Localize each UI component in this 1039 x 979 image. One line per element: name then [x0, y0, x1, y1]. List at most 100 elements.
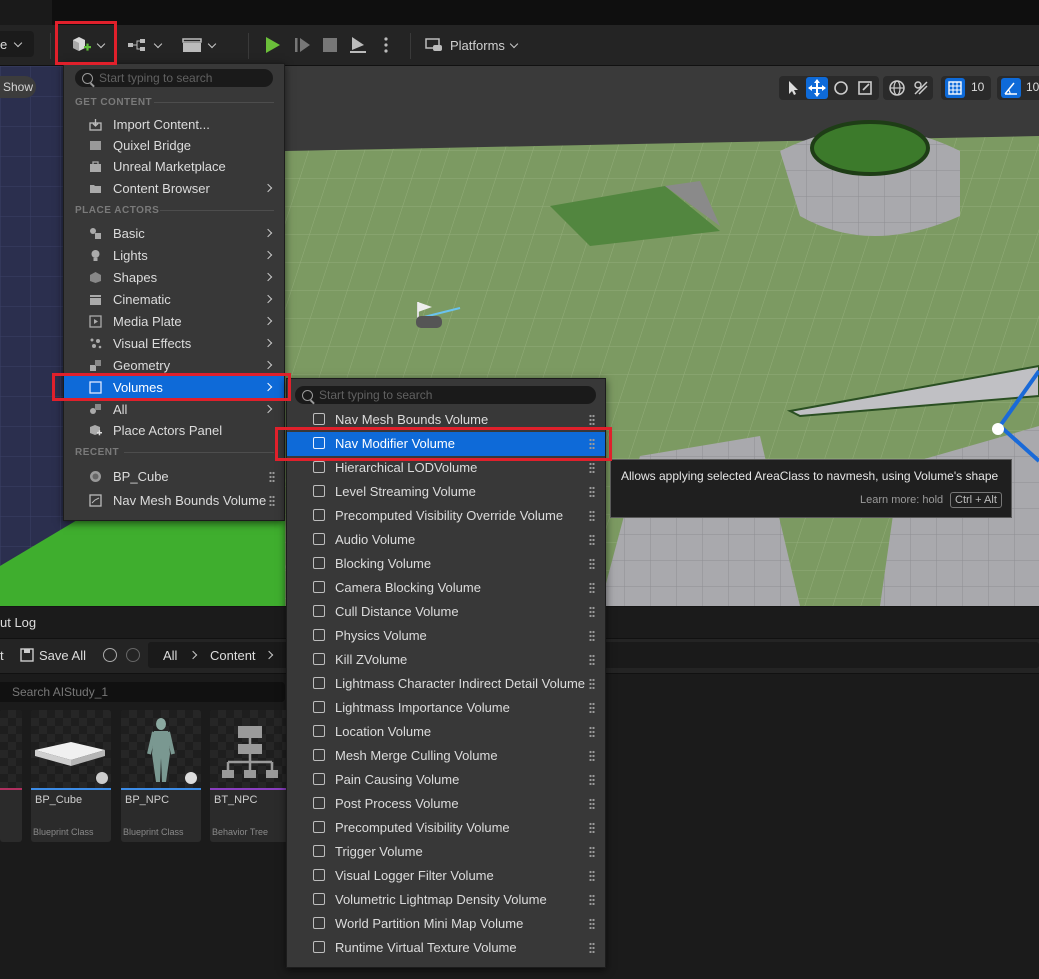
- breadcrumb-content[interactable]: Content: [210, 648, 256, 663]
- angle-snap-value[interactable]: 10: [1026, 80, 1039, 94]
- play-button[interactable]: [258, 31, 286, 59]
- volume-item-label: Lightmass Character Indirect Detail Volu…: [335, 676, 586, 691]
- drag-handle-icon[interactable]: [589, 654, 595, 665]
- volume-item[interactable]: Camera Blocking Volume: [287, 576, 605, 600]
- platforms-button[interactable]: Platforms: [424, 31, 534, 59]
- volume-item[interactable]: Audio Volume: [287, 528, 605, 552]
- menu-item-media-plate[interactable]: Media Plate: [64, 310, 284, 332]
- drag-handle-icon[interactable]: [589, 822, 595, 833]
- drag-handle-icon[interactable]: [589, 870, 595, 881]
- drag-handle-icon[interactable]: [589, 846, 595, 857]
- mode-dropdown[interactable]: e: [0, 31, 34, 57]
- drag-handle-icon[interactable]: [589, 750, 595, 761]
- volume-item[interactable]: Post Process Volume: [287, 792, 605, 816]
- volume-item[interactable]: Blocking Volume: [287, 552, 605, 576]
- select-mode-button[interactable]: [783, 78, 803, 98]
- volume-item-label: Hierarchical LODVolume: [335, 460, 478, 475]
- drag-handle-icon[interactable]: [589, 606, 595, 617]
- drag-handle-icon[interactable]: [589, 582, 595, 593]
- cinematics-button[interactable]: [178, 31, 218, 59]
- rotate-button[interactable]: [831, 78, 851, 98]
- menu-item-lights[interactable]: Lights: [64, 244, 284, 266]
- volume-item[interactable]: Lightmass Character Indirect Detail Volu…: [287, 672, 605, 696]
- menu-item-quixel-bridge[interactable]: Quixel Bridge: [64, 134, 284, 156]
- menu-item-all[interactable]: All: [64, 398, 284, 420]
- volume-item[interactable]: Cull Distance Volume: [287, 600, 605, 624]
- asset-search-input[interactable]: Search AIStudy_1: [0, 682, 285, 702]
- volume-item[interactable]: Location Volume: [287, 720, 605, 744]
- volume-item[interactable]: Physics Volume: [287, 624, 605, 648]
- asset-type: Blueprint Class: [33, 827, 94, 837]
- menu-item-content-browser[interactable]: Content Browser: [64, 177, 284, 199]
- asset-type: Behavior Tree: [212, 827, 269, 837]
- play-options-button[interactable]: [376, 31, 396, 59]
- drag-handle-icon[interactable]: [589, 510, 595, 521]
- asset-tile-partial[interactable]: [0, 710, 22, 842]
- volume-item[interactable]: Level Streaming Volume: [287, 480, 605, 504]
- asset-tile-bp-npc[interactable]: BP_NPC Blueprint Class: [121, 710, 201, 842]
- volume-item[interactable]: World Partition Mini Map Volume: [287, 912, 605, 936]
- surface-snap-button[interactable]: [911, 78, 931, 98]
- drag-handle-icon[interactable]: [589, 798, 595, 809]
- volume-item[interactable]: Trigger Volume: [287, 840, 605, 864]
- asset-tile-bt-npc[interactable]: BT_NPC Behavior Tree: [210, 710, 290, 842]
- volume-item[interactable]: Mesh Merge Culling Volume: [287, 744, 605, 768]
- volume-item-label: Level Streaming Volume: [335, 484, 476, 499]
- drag-handle-icon[interactable]: [269, 495, 275, 506]
- drag-handle-icon[interactable]: [589, 942, 595, 953]
- advance-frame-button[interactable]: [288, 31, 316, 59]
- menu-item-shapes[interactable]: Shapes: [64, 266, 284, 288]
- show-button[interactable]: Show: [0, 76, 36, 98]
- quixel-icon: [90, 140, 101, 150]
- eject-button[interactable]: [344, 31, 372, 59]
- asset-tile-bp-cube[interactable]: BP_Cube Blueprint Class: [31, 710, 111, 842]
- drag-handle-icon[interactable]: [589, 918, 595, 929]
- menu-item-import-content[interactable]: Import Content...: [64, 113, 284, 135]
- drag-handle-icon[interactable]: [589, 702, 595, 713]
- drag-handle-icon[interactable]: [589, 486, 595, 497]
- drag-handle-icon[interactable]: [589, 462, 595, 473]
- menu-item-unreal-marketplace[interactable]: Unreal Marketplace: [64, 155, 284, 177]
- volumes-search-input[interactable]: Start typing to search: [295, 386, 596, 404]
- coordinate-space-button[interactable]: [887, 78, 907, 98]
- drag-handle-icon[interactable]: [589, 558, 595, 569]
- volume-item[interactable]: Visual Logger Filter Volume: [287, 864, 605, 888]
- grid-snap-value[interactable]: 10: [971, 80, 984, 94]
- angle-snap-button[interactable]: [1001, 78, 1021, 98]
- volume-icon: [313, 893, 325, 905]
- drag-handle-icon[interactable]: [589, 414, 595, 425]
- drag-handle-icon[interactable]: [589, 774, 595, 785]
- save-all-button[interactable]: Save All: [20, 645, 90, 665]
- drag-handle-icon[interactable]: [589, 894, 595, 905]
- menu-item-basic[interactable]: Basic: [64, 222, 284, 244]
- drag-handle-icon[interactable]: [589, 678, 595, 689]
- translate-button[interactable]: [806, 77, 828, 99]
- volume-item[interactable]: Precomputed Visibility Volume: [287, 816, 605, 840]
- menu-item-place-actors-panel[interactable]: Place Actors Panel: [64, 419, 284, 441]
- history-forward-button[interactable]: [126, 648, 140, 662]
- output-log-tab[interactable]: ut Log: [0, 607, 80, 637]
- drag-handle-icon[interactable]: [589, 726, 595, 737]
- menu-item-visual-effects[interactable]: Visual Effects: [64, 332, 284, 354]
- volume-item[interactable]: Volumetric Lightmap Density Volume: [287, 888, 605, 912]
- add-button-label[interactable]: t: [0, 648, 4, 663]
- history-back-button[interactable]: [103, 648, 117, 662]
- breadcrumb-all[interactable]: All: [163, 648, 177, 663]
- stop-button[interactable]: [316, 31, 344, 59]
- drag-handle-icon[interactable]: [589, 630, 595, 641]
- grid-snap-button[interactable]: [945, 78, 965, 98]
- quick-add-search-input[interactable]: Start typing to search: [75, 69, 273, 87]
- volume-item[interactable]: Pain Causing Volume: [287, 768, 605, 792]
- volume-item[interactable]: Precomputed Visibility Override Volume: [287, 504, 605, 528]
- drag-handle-icon[interactable]: [269, 471, 275, 482]
- menu-item-recent-nav-mesh-bounds[interactable]: Nav Mesh Bounds Volume: [64, 489, 284, 511]
- volume-item[interactable]: Lightmass Importance Volume: [287, 696, 605, 720]
- volume-item[interactable]: Kill ZVolume: [287, 648, 605, 672]
- menu-item-recent-bp-cube[interactable]: BP_Cube: [64, 465, 284, 487]
- blueprint-button[interactable]: [124, 31, 164, 59]
- scale-button[interactable]: [855, 78, 875, 98]
- chevron-right-icon: [264, 650, 274, 660]
- drag-handle-icon[interactable]: [589, 534, 595, 545]
- volume-item[interactable]: Runtime Virtual Texture Volume: [287, 936, 605, 960]
- menu-item-cinematic[interactable]: Cinematic: [64, 288, 284, 310]
